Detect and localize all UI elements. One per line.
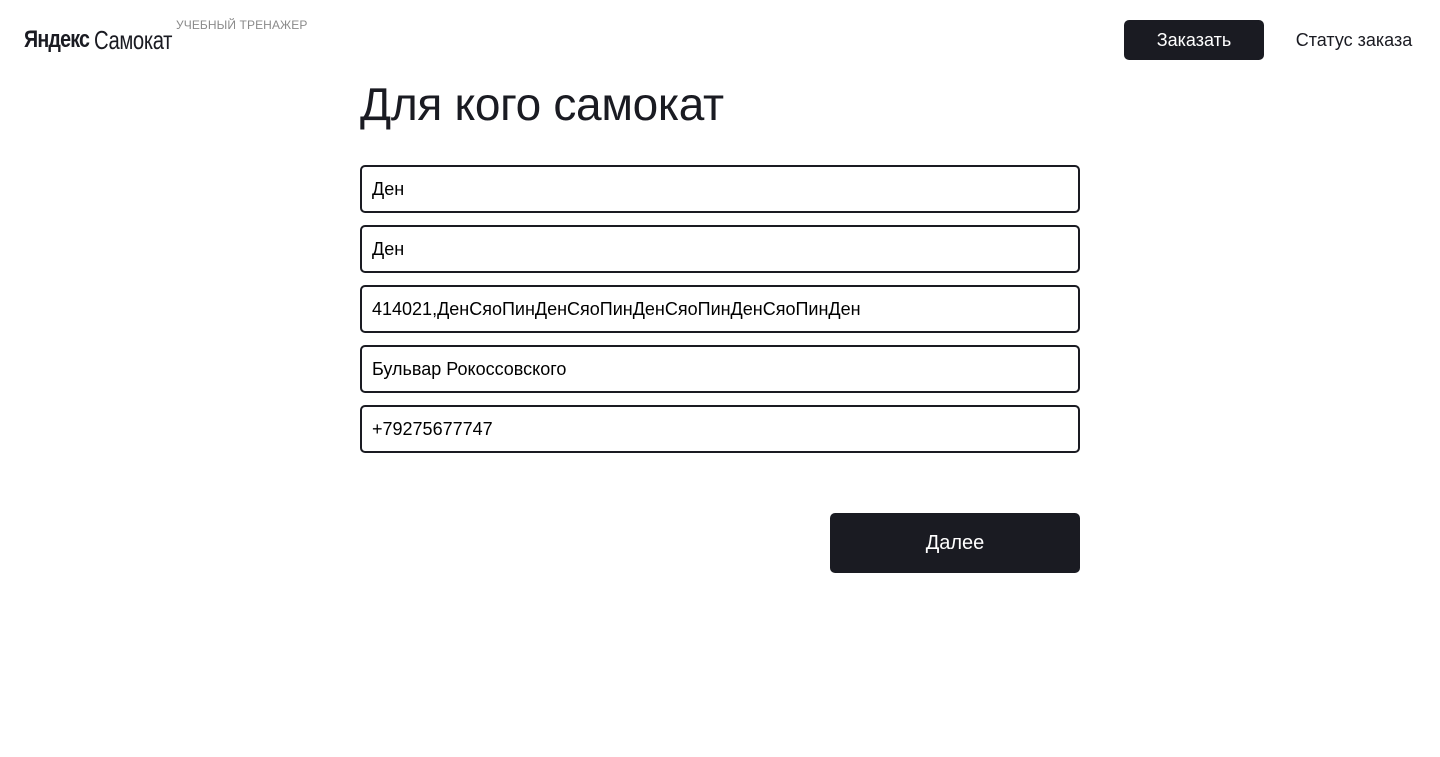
order-status-button[interactable]: Статус заказа	[1284, 20, 1424, 60]
first-name-input[interactable]	[360, 165, 1080, 213]
metro-station-input[interactable]	[360, 345, 1080, 393]
next-button[interactable]: Далее	[830, 513, 1080, 573]
yandex-samokat-logo[interactable]: Яндекс Самокат	[24, 22, 172, 58]
logo-samokat-text: Самокат	[94, 25, 173, 55]
logo-yandex-text: Яндекс	[24, 26, 90, 53]
logo-subtitle: УЧЕБНЫЙ ТРЕНАЖЕР	[176, 18, 308, 32]
order-form	[360, 165, 1080, 465]
page-title: Для кого самокат	[360, 78, 724, 130]
order-button[interactable]: Заказать	[1124, 20, 1264, 60]
address-input[interactable]	[360, 285, 1080, 333]
last-name-input[interactable]	[360, 225, 1080, 273]
phone-input[interactable]	[360, 405, 1080, 453]
header: Яндекс Самокат УЧЕБНЫЙ ТРЕНАЖЕР Заказать…	[0, 0, 1440, 80]
